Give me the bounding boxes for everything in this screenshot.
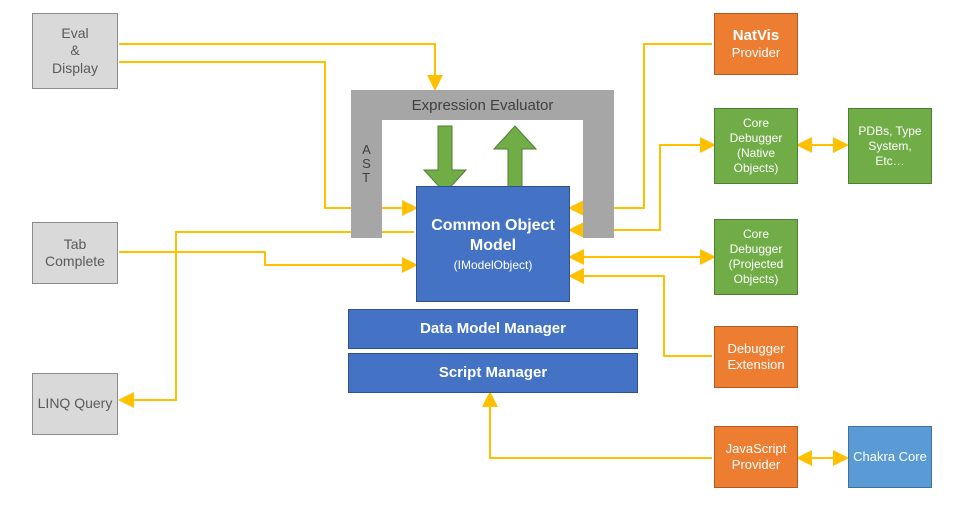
eval-display-box: Eval & Display (32, 13, 118, 89)
natvis-provider-box: NatVis Provider (714, 13, 798, 75)
expression-evaluator-header: Expression Evaluator (351, 90, 614, 120)
pdbs-box: PDBs, Type System, Etc… (848, 108, 932, 184)
core-debugger-projected-box: Core Debugger (Projected Objects) (714, 219, 798, 295)
natvis-title: NatVis (733, 27, 779, 46)
core-debugger-native-box: Core Debugger (Native Objects) (714, 108, 798, 184)
tab-complete-box: Tab Complete (32, 222, 118, 284)
script-manager-box: Script Manager (348, 353, 638, 393)
evaluator-right-column (583, 120, 614, 238)
linq-query-box: LINQ Query (32, 373, 118, 435)
common-object-model-box: Common Object Model (IModelObject) (416, 186, 570, 302)
data-model-manager-box: Data Model Manager (348, 309, 638, 349)
diagram-canvas: Eval & Display Tab Complete LINQ Query E… (0, 0, 979, 512)
chakra-core-box: Chakra Core (848, 426, 932, 488)
common-object-model-subtitle: (IModelObject) (454, 258, 533, 273)
javascript-provider-box: JavaScript Provider (714, 426, 798, 488)
natvis-subtitle: Provider (732, 45, 780, 61)
common-object-model-title: Common Object Model (417, 216, 569, 256)
debugger-extension-box: Debugger Extension (714, 326, 798, 388)
ast-label: A S T (351, 124, 382, 204)
